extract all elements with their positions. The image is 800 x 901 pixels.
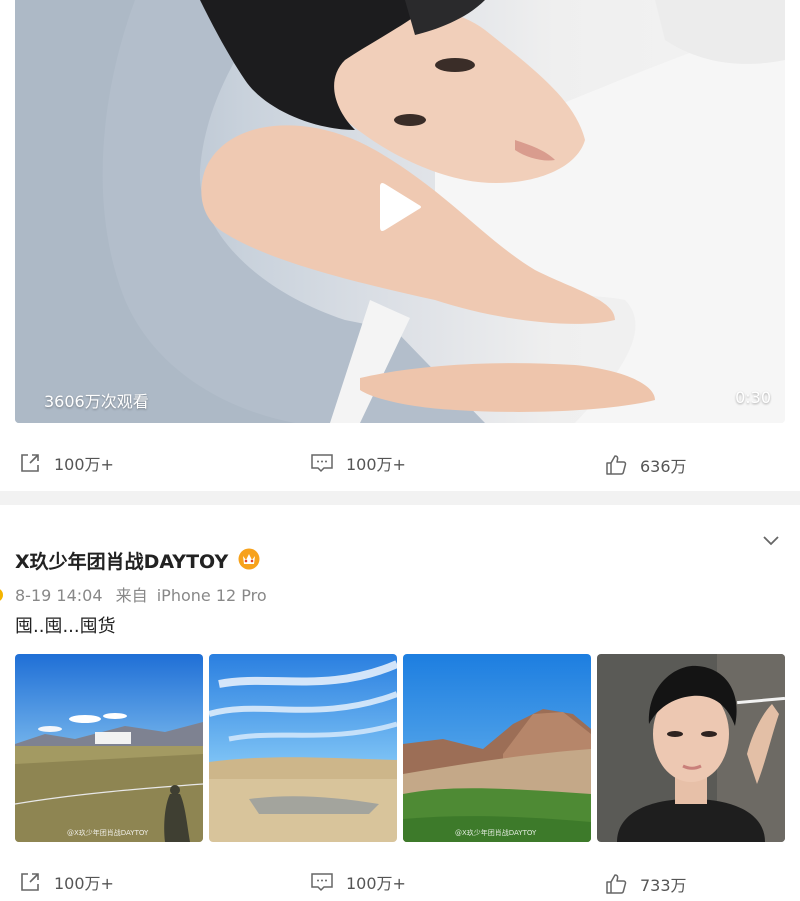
- crown-icon: [238, 548, 260, 570]
- share-icon: [21, 873, 39, 891]
- play-button[interactable]: [377, 180, 425, 234]
- video-player[interactable]: 3606万次观看 0:30: [15, 0, 785, 423]
- post-source[interactable]: iPhone 12 Pro: [157, 586, 267, 605]
- comment-count: 100万+: [346, 455, 406, 474]
- desert-sky-photo: [209, 654, 397, 842]
- post-meta: 8-19 14:04 来自 iPhone 12 Pro: [15, 582, 267, 606]
- image-watermark: @X玖少年团肖战DAYTOY: [455, 829, 537, 837]
- chevron-down-icon[interactable]: [760, 531, 782, 549]
- selfie-photo: [597, 654, 785, 842]
- post-image-3[interactable]: @X玖少年团肖战DAYTOY: [403, 654, 591, 842]
- avatar[interactable]: [0, 588, 3, 602]
- image-watermark: @X玖少年团肖战DAYTOY: [67, 829, 149, 837]
- share-count: 100万+: [54, 874, 114, 893]
- like-count: 636万: [640, 457, 687, 476]
- source-prefix: 来自: [115, 586, 148, 605]
- comment-icon: [311, 454, 333, 473]
- thumbs-up-icon: [606, 874, 627, 894]
- like-count: 733万: [640, 876, 687, 895]
- share-button[interactable]: 100万+: [18, 870, 114, 894]
- video-view-count: 3606万次观看: [44, 392, 149, 411]
- post-image-1[interactable]: @X玖少年团肖战DAYTOY: [15, 654, 203, 842]
- comment-button[interactable]: 100万+: [310, 870, 406, 894]
- share-button[interactable]: 100万+: [18, 451, 114, 475]
- thumbs-up-icon: [606, 455, 627, 475]
- post-divider: [0, 491, 800, 505]
- post-image-2[interactable]: [209, 654, 397, 842]
- post-image-4[interactable]: [597, 654, 785, 842]
- post-time: 8-19 14:04: [15, 586, 103, 605]
- video-duration: 0:30: [735, 388, 771, 407]
- rocky-hills-photo: [403, 654, 591, 842]
- post-text: 囤..囤...囤货: [15, 616, 116, 637]
- comment-count: 100万+: [346, 874, 406, 893]
- author-name[interactable]: X玖少年团肖战DAYTOY: [15, 547, 228, 574]
- like-button[interactable]: 636万: [604, 453, 687, 477]
- like-button[interactable]: 733万: [604, 872, 687, 896]
- share-count: 100万+: [54, 455, 114, 474]
- comment-icon: [311, 873, 333, 892]
- share-icon: [21, 454, 39, 472]
- comment-button[interactable]: 100万+: [310, 451, 406, 475]
- play-icon: [380, 183, 421, 231]
- grassland-photo: [15, 654, 203, 842]
